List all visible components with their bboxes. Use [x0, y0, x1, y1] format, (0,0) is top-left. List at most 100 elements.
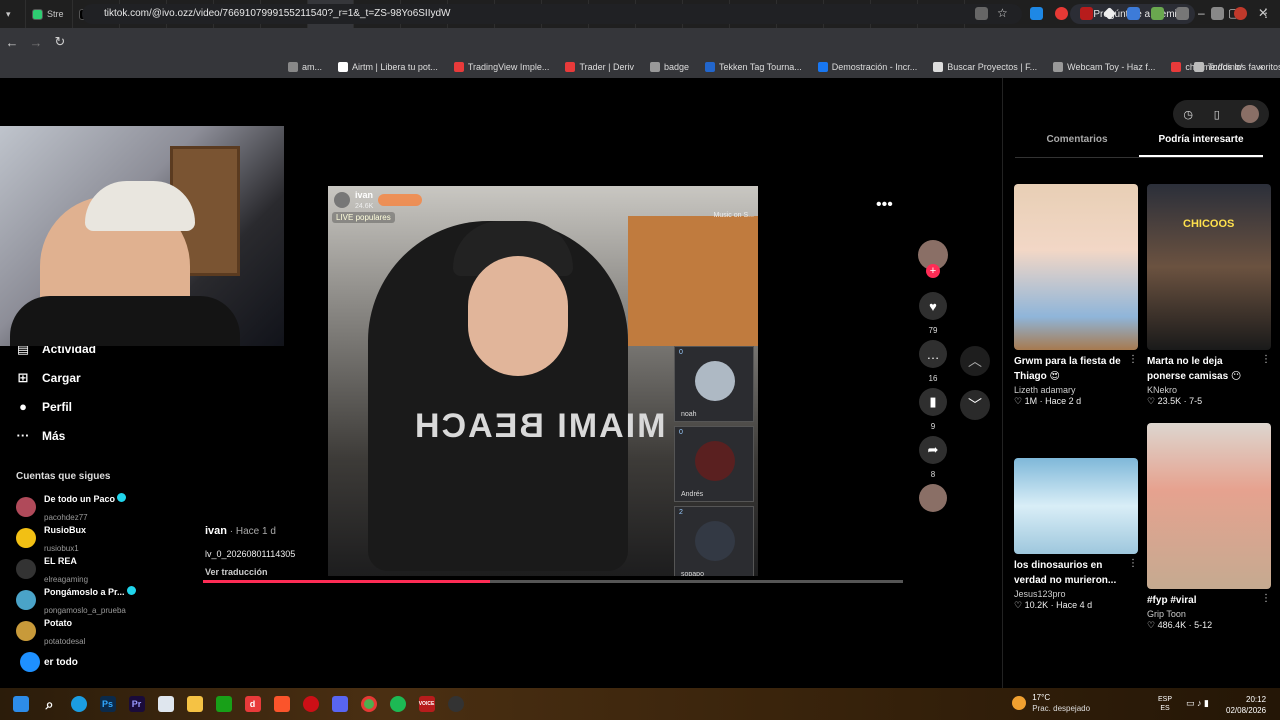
video-player[interactable]: MIAMI BEACH ivan 24.6K LIVE populares Mus… [328, 186, 758, 576]
extension-icon[interactable] [1127, 7, 1140, 20]
profile-avatar[interactable] [1234, 7, 1247, 20]
bookmark-item[interactable]: am... [280, 62, 330, 72]
account-avatar [16, 497, 36, 517]
comment-button[interactable]: … 16 [914, 340, 952, 386]
extensions-puzzle-icon[interactable] [1176, 7, 1189, 20]
video-thumbnail[interactable] [1147, 423, 1271, 589]
video-progress-bar[interactable] [203, 580, 903, 583]
extension-icon[interactable] [1151, 7, 1164, 20]
store-app[interactable] [151, 688, 180, 720]
music-disc[interactable] [914, 484, 952, 512]
voicemod-icon: VOICE [418, 696, 435, 712]
webcam-cap [85, 181, 195, 231]
translate-icon[interactable] [975, 7, 988, 20]
weather-widget[interactable]: 17°C Prac. despejado [1012, 692, 1090, 714]
save-button[interactable]: ▮ 9 [914, 388, 952, 434]
bookmark-item[interactable]: Tekken Tag Tourna... [697, 62, 810, 72]
browser-menu-icon[interactable]: ⋮ [1260, 7, 1273, 20]
all-bookmarks-folder[interactable]: Todos los favoritos [1186, 62, 1280, 72]
card-more-icon[interactable]: ⋮ [1128, 558, 1138, 569]
tab-menu[interactable]: ▾ [0, 0, 26, 28]
account-avatar [16, 559, 36, 579]
tray-icons[interactable]: ▭ ♪ ▮ [1186, 698, 1209, 709]
deriv-app[interactable]: d [238, 688, 267, 720]
voicemod-app[interactable]: VOICE [412, 688, 441, 720]
guest-tile[interactable]: 0 noah [674, 346, 754, 422]
premiere-app[interactable]: Pr [122, 688, 151, 720]
share-button[interactable]: ➦ 8 [914, 436, 952, 482]
following-account[interactable]: Potato potatodesal [16, 613, 206, 649]
like-button[interactable]: ♥ 79 [914, 292, 952, 338]
browser-tab[interactable]: Stre [26, 0, 73, 28]
recommended-video-card[interactable]: CHICOOS ⋮ Marta no le deja ponerse camis… [1147, 184, 1271, 407]
guest-avatar [695, 441, 735, 481]
clock-icon[interactable]: ◷ [1183, 108, 1193, 121]
extension-icon[interactable] [1080, 7, 1093, 20]
start-button[interactable] [6, 688, 35, 720]
card-more-icon[interactable]: ⋮ [1261, 354, 1271, 365]
guest-avatar [695, 521, 735, 561]
tab-comments[interactable]: Comentarios [1015, 134, 1139, 157]
bookmark-item[interactable]: badge [642, 62, 697, 72]
sidebar-item-cargar[interactable]: ⊞ Cargar [0, 363, 200, 392]
extension-icon[interactable] [1055, 7, 1068, 20]
guest-tile[interactable]: 0 Andrés [674, 426, 754, 502]
bookmark-item[interactable]: Demostración - Incr... [810, 62, 926, 72]
phone-icon[interactable]: ▯ [1214, 108, 1220, 121]
bookmark-item[interactable]: Buscar Proyectos | F... [925, 62, 1045, 72]
bookmark-item[interactable]: Airtm | Libera tu pot... [330, 62, 446, 72]
extension-icon[interactable] [1030, 7, 1043, 20]
bookmark-item[interactable]: Webcam Toy - Haz f... [1045, 62, 1163, 72]
previous-video-button[interactable]: ︿ [960, 346, 990, 376]
guest-avatar [695, 361, 735, 401]
forward-button[interactable]: → [24, 35, 48, 50]
video-author[interactable]: ivan [205, 525, 227, 537]
chrome-app[interactable] [354, 688, 383, 720]
next-video-button[interactable]: ﹀ [960, 390, 990, 420]
spotify-icon [389, 696, 406, 712]
back-button[interactable]: ← [0, 35, 24, 50]
guest-tile[interactable]: 2 sopapo [674, 506, 754, 576]
see-all-following-button[interactable]: er todo [16, 652, 82, 672]
sidebar-item-más[interactable]: ··· Más [0, 421, 200, 450]
deriv-icon: d [244, 696, 261, 712]
photoshop-icon: Ps [99, 696, 116, 712]
creator-avatar[interactable]: + [914, 240, 952, 288]
video-thumbnail[interactable] [1014, 184, 1138, 350]
card-more-icon[interactable]: ⋮ [1128, 354, 1138, 365]
recommended-video-card[interactable]: ⋮ #fyp #viral Grip Toon ♡ 486.4K · 5-12 [1147, 423, 1271, 631]
tab-recommended[interactable]: Podría interesarte [1139, 134, 1263, 157]
language-indicator[interactable]: ESP ES [1158, 695, 1172, 713]
search-button[interactable]: ⌕ [35, 688, 64, 720]
discord-app[interactable] [325, 688, 354, 720]
follow-plus-icon[interactable]: + [926, 264, 940, 278]
recommended-video-card[interactable]: ⋮ los dinosaurios en verdad no murieron.… [1014, 458, 1138, 611]
clock[interactable]: 20:12 02/08/2026 [1226, 694, 1266, 716]
minimize-button[interactable]: – [1198, 6, 1205, 20]
player-tools: ◷ ▯ [1173, 100, 1269, 128]
video-thumbnail[interactable]: CHICOOS [1147, 184, 1271, 350]
opera-app[interactable] [296, 688, 325, 720]
translate-link[interactable]: Ver traducción [205, 567, 295, 577]
bookmark-item[interactable]: TradingView Imple... [446, 62, 558, 72]
photoshop-app[interactable]: Ps [93, 688, 122, 720]
media-icon[interactable] [1211, 7, 1224, 20]
explorer-app[interactable] [180, 688, 209, 720]
video-more-options[interactable]: ••• [876, 196, 893, 214]
brave-app[interactable] [267, 688, 296, 720]
card-more-icon[interactable]: ⋮ [1261, 593, 1271, 604]
spotify-app[interactable] [383, 688, 412, 720]
bookmark-item[interactable]: Trader | Deriv [557, 62, 642, 72]
video-thumbnail[interactable] [1014, 458, 1138, 554]
edge-app[interactable] [64, 688, 93, 720]
account-avatar [16, 621, 36, 641]
user-avatar[interactable] [1240, 105, 1259, 123]
xbox-app[interactable] [209, 688, 238, 720]
sidebar-item-perfil[interactable]: ● Perfil [0, 392, 200, 421]
bookmark-favicon [704, 62, 715, 72]
obs-app[interactable] [441, 688, 470, 720]
recommended-video-card[interactable]: ⋮ Grwm para la fiesta de Thiago 😍 Lizeth… [1014, 184, 1138, 407]
bookmark-star-icon[interactable]: ☆ [997, 7, 1010, 20]
reload-button[interactable]: ↻ [48, 34, 72, 50]
url-field[interactable]: tiktok.com/@ivo.ozz/video/76691079991552… [82, 4, 1022, 24]
